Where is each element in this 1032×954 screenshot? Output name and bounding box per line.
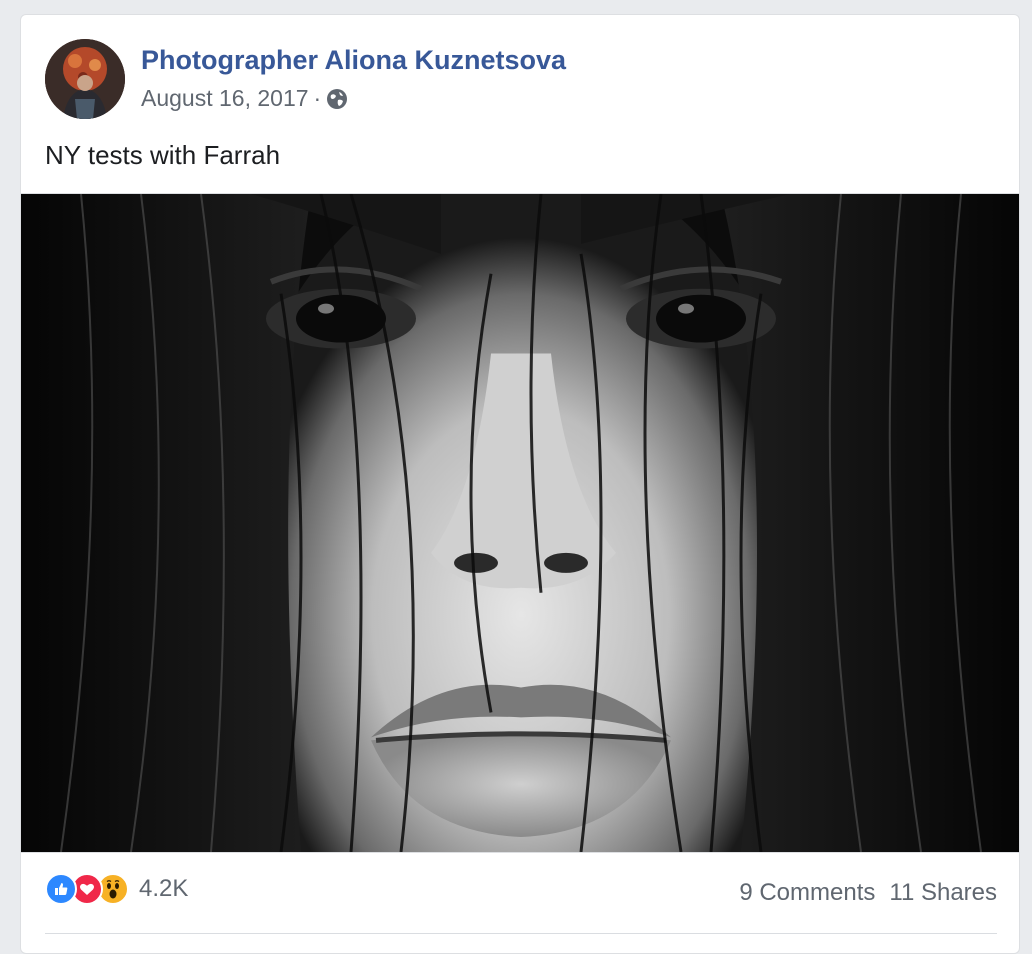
- post-date[interactable]: August 16, 2017: [141, 85, 309, 112]
- reactions-summary[interactable]: 4.2K: [45, 873, 188, 905]
- avatar-image: [45, 39, 125, 119]
- engagement-stats: 9 Comments 11 Shares: [739, 879, 997, 907]
- meta-separator: ·: [313, 85, 322, 111]
- reactions-count: 4.2K: [139, 875, 189, 902]
- author-name-link[interactable]: Photographer Aliona Kuznetsova: [141, 45, 566, 76]
- comments-count-link[interactable]: 9 Comments: [739, 879, 875, 906]
- like-icon: [45, 873, 77, 905]
- post-card: Photographer Aliona Kuznetsova August 16…: [20, 14, 1020, 954]
- actions-divider: [45, 933, 997, 934]
- shares-count-link[interactable]: 11 Shares: [889, 879, 997, 906]
- globe-icon[interactable]: [326, 88, 348, 110]
- post-text: NY tests with Farrah: [45, 140, 281, 170]
- post-meta: August 16, 2017 ·: [141, 85, 348, 112]
- portrait-image: [21, 194, 1019, 852]
- post-photo[interactable]: [21, 193, 1019, 853]
- post-footer: 4.2K 9 Comments 11 Shares: [45, 865, 997, 921]
- author-avatar[interactable]: [45, 39, 125, 119]
